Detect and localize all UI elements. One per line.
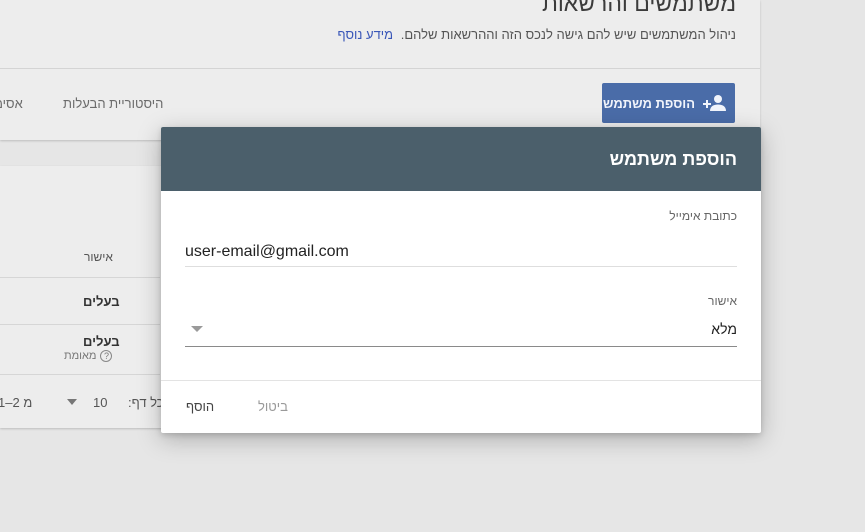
verified-status: ? מאומת — [64, 350, 113, 362]
permission-select-underline — [185, 346, 737, 347]
add-user-dialog: הוספת משתמש כתובת אימייל user-email@gmai… — [161, 127, 761, 433]
header-divider — [0, 68, 760, 69]
dialog-title: הוספת משתמש — [609, 148, 737, 169]
add-user-button-label: הוספת משתמש — [603, 95, 695, 111]
permission-field-label: אישור — [708, 294, 737, 308]
email-field-underline — [185, 266, 737, 267]
add-person-icon — [703, 95, 726, 111]
rows-per-page-label: כל דף: — [128, 395, 164, 410]
page-title: משתמשים והרשאות — [541, 0, 736, 16]
page-header-card: משתמשים והרשאות ניהול המשתמשים שיש להם ג… — [0, 0, 760, 140]
table-row-permission: בעלים — [83, 294, 120, 309]
tab-ownership-history[interactable]: היסטוריית הבעלות — [63, 96, 163, 111]
page-description: ניהול המשתמשים שיש להם גישה לנכס הזה והה… — [337, 27, 736, 42]
column-header-permission: אישור — [84, 250, 113, 264]
verified-status-label: מאומת — [64, 350, 97, 362]
help-icon[interactable]: ? — [100, 350, 113, 362]
rows-per-page-value[interactable]: 10 — [93, 395, 107, 410]
dialog-footer-divider — [161, 380, 761, 381]
table-row-divider — [0, 277, 160, 278]
email-field[interactable]: user-email@gmail.com — [185, 243, 349, 261]
add-button[interactable]: הוסף — [186, 399, 214, 414]
page-description-text: ניהול המשתמשים שיש להם גישה לנכס הזה והה… — [400, 27, 736, 42]
more-info-link[interactable]: מידע נוסף — [337, 27, 393, 42]
add-user-button[interactable]: הוספת משתמש — [602, 83, 735, 123]
permission-select[interactable]: מלא — [711, 321, 737, 337]
pagination-range: 1–2 מ — [0, 395, 33, 410]
tab-tokens[interactable]: אסימ — [0, 96, 23, 111]
rows-per-page-dropdown-icon[interactable] — [67, 399, 77, 405]
table-row-divider — [0, 324, 160, 325]
table-row-permission: בעלים — [83, 334, 120, 349]
cancel-button[interactable]: ביטול — [258, 399, 288, 414]
dialog-header: הוספת משתמש — [161, 127, 761, 191]
email-field-label: כתובת אימייל — [669, 209, 737, 223]
chevron-down-icon[interactable] — [191, 326, 203, 332]
table-row-divider — [0, 374, 160, 375]
